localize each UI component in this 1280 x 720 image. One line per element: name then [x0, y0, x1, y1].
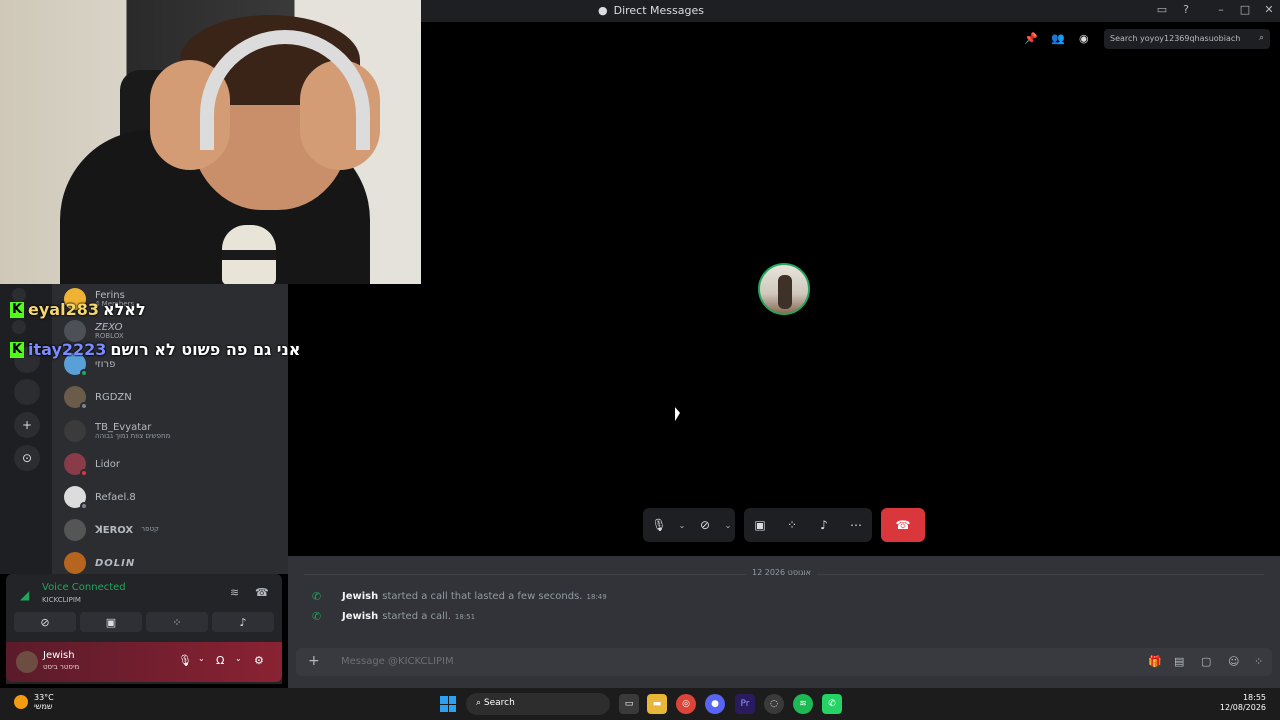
- message-input[interactable]: + Message @KICKCLIPIM 🎁 ▤ ▢ ☺ ⁘: [296, 648, 1272, 676]
- microphone-icon[interactable]: 🎙: [178, 654, 192, 667]
- dm-item[interactable]: ꓘЕROX קטפר: [64, 515, 284, 545]
- avatar: [64, 386, 88, 410]
- mic-camera-controls: 🎙 ⌄ ⊘ ⌄: [643, 508, 735, 542]
- weather-widget[interactable]: 33°C שמשי: [14, 693, 54, 711]
- premiere-icon[interactable]: Pr: [735, 694, 755, 714]
- chevron-down-icon[interactable]: ⌄: [235, 654, 242, 663]
- screen: ● Direct Messages ▭ ? – □ ✕ 📌 👥 ◉ Search…: [0, 0, 1280, 720]
- avatar: [64, 320, 86, 342]
- date-divider: 12 אוגוסט 2026: [288, 568, 1280, 580]
- kick-icon: K: [10, 341, 24, 358]
- add-attachment-icon[interactable]: +: [308, 653, 320, 669]
- file-explorer-icon[interactable]: ▬: [647, 694, 667, 714]
- headphones-icon[interactable]: Ω: [216, 654, 224, 667]
- hang-up-button[interactable]: ☎: [881, 508, 925, 542]
- apps-icon[interactable]: ⁘: [1254, 655, 1263, 668]
- screen-share-icon: ▣: [105, 615, 117, 629]
- close-button[interactable]: ✕: [1260, 3, 1278, 16]
- soundboard-icon[interactable]: ♪: [808, 508, 840, 542]
- taskbar-search[interactable]: ⌕ Search: [466, 693, 610, 715]
- mouse-cursor-icon: [675, 407, 680, 423]
- taskbar: 33°C שמשי ⌕ Search ▭ ▬ ◎ ● Pr ◌ ≋ ✆ 18:5…: [0, 688, 1280, 720]
- phone-hangup-icon: ☎: [895, 518, 911, 532]
- camera-off-icon: ⊘: [40, 615, 50, 629]
- search-input[interactable]: Search yoyoy12369qhasuobiach ⌕: [1104, 29, 1270, 49]
- noise-suppression-icon[interactable]: ≋: [230, 586, 239, 599]
- pin-icon[interactable]: 📌: [1024, 32, 1038, 45]
- avatar: [64, 453, 88, 477]
- spotify-icon[interactable]: ≋: [793, 694, 813, 714]
- soundboard-button[interactable]: ♪: [212, 612, 274, 632]
- chevron-down-icon[interactable]: ⌄: [198, 654, 205, 663]
- minimize-button[interactable]: –: [1212, 3, 1230, 16]
- weather-sun-icon: [14, 695, 28, 710]
- add-server-icon[interactable]: +: [14, 412, 40, 438]
- help-icon[interactable]: ?: [1177, 3, 1195, 16]
- avatar[interactable]: [16, 651, 38, 673]
- dm-item[interactable]: TB_Evyatar מחפשים צוות נמוך גבוהה: [64, 416, 284, 446]
- avatar: [64, 519, 86, 541]
- activities-button[interactable]: ⁘: [146, 612, 208, 632]
- call-participant-avatar[interactable]: [758, 263, 810, 315]
- avatar: [64, 486, 88, 510]
- dm-list: Ferins 4 Members ZEXO ROBLOX פרוזי RGDZN T…: [52, 284, 288, 574]
- more-icon[interactable]: ⋯: [840, 508, 872, 542]
- screen-share-icon[interactable]: ▣: [744, 508, 776, 542]
- window-title: ● Direct Messages: [598, 4, 704, 17]
- inbox-icon[interactable]: ▭: [1153, 3, 1171, 16]
- whatsapp-icon[interactable]: ✆: [822, 694, 842, 714]
- gif-icon[interactable]: ▤: [1174, 655, 1184, 668]
- system-message: ✆ Jewish started a call. 18:51: [312, 610, 476, 623]
- windows-start-icon[interactable]: [440, 696, 456, 712]
- user-panel: Jewish מיסטר ביסט 🎙 ⌄ Ω ⌄ ⚙: [6, 642, 282, 682]
- call-actions: ▣ ⁘ ♪ ⋯: [744, 508, 872, 542]
- dm-item[interactable]: Refael.8: [64, 482, 284, 512]
- avatar: [64, 420, 86, 442]
- system-clock[interactable]: 18:55 12/08/2026: [1220, 693, 1266, 714]
- gift-icon[interactable]: 🎁: [1148, 655, 1162, 668]
- task-view-icon[interactable]: ▭: [619, 694, 639, 714]
- camera-off-button[interactable]: ⊘: [14, 612, 76, 632]
- soundboard-icon: ♪: [239, 615, 247, 629]
- activities-icon: ⁘: [172, 615, 182, 629]
- emoji-icon[interactable]: ☺: [1228, 655, 1239, 668]
- dm-item[interactable]: Lidor: [64, 449, 284, 479]
- disconnect-icon[interactable]: ☎: [255, 586, 269, 599]
- signal-icon: ◢: [20, 588, 30, 602]
- app-icon[interactable]: ◌: [764, 694, 784, 714]
- search-icon: ⌕: [1258, 33, 1264, 43]
- microphone-icon[interactable]: 🎙: [643, 508, 675, 542]
- kick-icon: K: [10, 301, 24, 318]
- sticker-icon[interactable]: ▢: [1201, 655, 1211, 668]
- webcam-overlay: [0, 0, 421, 284]
- settings-gear-icon[interactable]: ⚙: [254, 654, 264, 667]
- activities-icon[interactable]: ⁘: [776, 508, 808, 542]
- server-icon[interactable]: [14, 379, 40, 405]
- discord-app-icon[interactable]: ●: [705, 694, 725, 714]
- chevron-down-icon[interactable]: ⌄: [721, 508, 735, 542]
- phone-icon: ✆: [312, 590, 322, 603]
- avatar: [64, 552, 86, 574]
- camera-off-icon[interactable]: ⊘: [689, 508, 721, 542]
- discord-icon: ●: [598, 4, 608, 17]
- user-profile-icon[interactable]: ◉: [1079, 32, 1089, 45]
- chat-overlay-line: K eyal283 לאלא: [10, 300, 146, 319]
- chevron-down-icon[interactable]: ⌄: [675, 508, 689, 542]
- server-rail: + ⊙: [0, 284, 52, 574]
- screen-share-button[interactable]: ▣: [80, 612, 142, 632]
- phone-icon: ✆: [312, 610, 322, 623]
- chrome-icon[interactable]: ◎: [676, 694, 696, 714]
- server-icon[interactable]: [12, 320, 26, 334]
- add-friends-icon[interactable]: 👥: [1051, 32, 1065, 45]
- chat-overlay-line: K itay2223 אני גם פה פשוט לא רושם: [10, 340, 301, 359]
- maximize-button[interactable]: □: [1236, 3, 1254, 16]
- chat-area: 12 אוגוסט 2026 ✆ Jewish started a call t…: [288, 556, 1280, 688]
- discover-icon[interactable]: ⊙: [14, 445, 40, 471]
- system-message: ✆ Jewish started a call that lasted a fe…: [312, 590, 607, 603]
- dm-item[interactable]: RGDZN: [64, 382, 284, 412]
